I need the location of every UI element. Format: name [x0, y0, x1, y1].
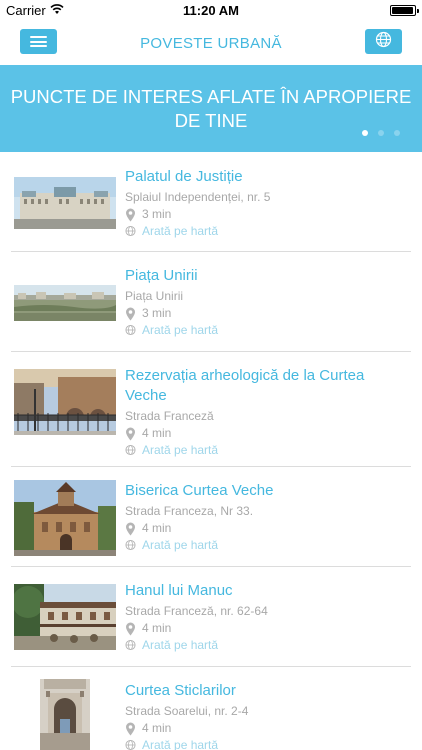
list-item[interactable]: Curtea Sticlarilor Strada Soarelui, nr. … — [0, 667, 422, 750]
location-pin-icon — [125, 208, 136, 221]
walk-time: 4 min — [125, 720, 408, 736]
place-photo — [40, 679, 90, 750]
nav-bar: POVESTE URBANĂ — [0, 22, 422, 65]
place-title[interactable]: Piața Unirii — [125, 266, 408, 286]
show-on-map-link[interactable]: Arată pe hartă — [125, 223, 408, 239]
show-on-map-link[interactable]: Arată pe hartă — [125, 322, 408, 338]
show-on-map-label: Arată pe hartă — [142, 638, 219, 652]
show-on-map-link[interactable]: Arată pe hartă — [125, 537, 408, 553]
walk-time-label: 3 min — [142, 306, 172, 320]
list-item[interactable]: Hanul lui Manuc Strada Franceză, nr. 62-… — [0, 567, 422, 667]
place-photo — [14, 480, 116, 556]
status-time: 11:20 AM — [183, 3, 239, 18]
page-dot — [394, 130, 400, 136]
globe-icon — [125, 324, 136, 337]
list-item[interactable]: Piața Unirii Piața Unirii 3 min Arată pe… — [0, 252, 422, 352]
show-on-map-label: Arată pe hartă — [142, 738, 219, 750]
show-on-map-label: Arată pe hartă — [142, 323, 219, 337]
globe-icon — [125, 739, 136, 750]
show-on-map-label: Arată pe hartă — [142, 538, 219, 552]
show-on-map-label: Arată pe hartă — [142, 224, 219, 238]
globe-icon — [125, 444, 136, 457]
list-item[interactable]: Palatul de Justiție Splaiul Independențe… — [0, 152, 422, 252]
location-pin-icon — [125, 307, 136, 320]
place-photo — [14, 369, 116, 435]
show-on-map-label: Arată pe hartă — [142, 443, 219, 457]
place-address: Strada Franceză — [125, 409, 214, 423]
place-photo — [14, 584, 116, 650]
globe-icon — [125, 639, 136, 652]
location-pin-icon — [125, 722, 136, 735]
place-title[interactable]: Hanul lui Manuc — [125, 581, 408, 601]
location-pin-icon — [125, 427, 136, 440]
list-item[interactable]: Rezervația arheologică de la Curtea Vech… — [0, 352, 422, 467]
page-indicator[interactable] — [362, 130, 400, 136]
globe-icon — [125, 225, 136, 238]
nearby-banner[interactable]: PUNCTE DE INTERES AFLATE ÎN APROPIERE DE… — [0, 65, 422, 152]
place-address: Strada Franceza, Nr 33. — [125, 504, 254, 518]
walk-time: 4 min — [125, 620, 408, 636]
place-address: Strada Soarelui, nr. 2-4 — [125, 704, 249, 718]
banner-text: PUNCTE DE INTERES AFLATE ÎN APROPIERE DE… — [10, 86, 412, 131]
app-title: POVESTE URBANĂ — [140, 35, 282, 52]
globe-icon — [125, 539, 136, 552]
walk-time-label: 3 min — [142, 207, 172, 221]
place-photo — [14, 285, 116, 321]
walk-time-label: 4 min — [142, 621, 172, 635]
walk-time-label: 4 min — [142, 426, 172, 440]
place-address: Piața Unirii — [125, 289, 184, 303]
place-title[interactable]: Palatul de Justiție — [125, 167, 408, 187]
place-address: Strada Franceză, nr. 62-64 — [125, 604, 268, 618]
show-on-map-link[interactable]: Arată pe hartă — [125, 442, 408, 458]
language-button[interactable] — [365, 29, 402, 54]
show-on-map-link[interactable]: Arată pe hartă — [125, 637, 408, 653]
walk-time-label: 4 min — [142, 521, 172, 535]
place-title[interactable]: Rezervația arheologică de la Curtea Vech… — [125, 366, 408, 406]
place-address: Splaiul Independenței, nr. 5 — [125, 190, 271, 204]
places-list: Palatul de Justiție Splaiul Independențe… — [0, 152, 422, 750]
place-photo — [14, 177, 116, 229]
place-title[interactable]: Curtea Sticlarilor — [125, 681, 408, 701]
walk-time: 4 min — [125, 425, 408, 441]
walk-time: 4 min — [125, 520, 408, 536]
battery-icon — [390, 5, 419, 16]
status-bar: Carrier 11:20 AM — [0, 0, 422, 22]
walk-time: 3 min — [125, 305, 408, 321]
location-pin-icon — [125, 622, 136, 635]
globe-icon — [375, 31, 392, 53]
place-title[interactable]: Biserica Curtea Veche — [125, 481, 408, 501]
location-pin-icon — [125, 522, 136, 535]
page-dot — [378, 130, 384, 136]
list-item[interactable]: Biserica Curtea Veche Strada Franceza, N… — [0, 467, 422, 567]
show-on-map-link[interactable]: Arată pe hartă — [125, 737, 408, 750]
walk-time: 3 min — [125, 206, 408, 222]
page-dot — [362, 130, 368, 136]
walk-time-label: 4 min — [142, 721, 172, 735]
